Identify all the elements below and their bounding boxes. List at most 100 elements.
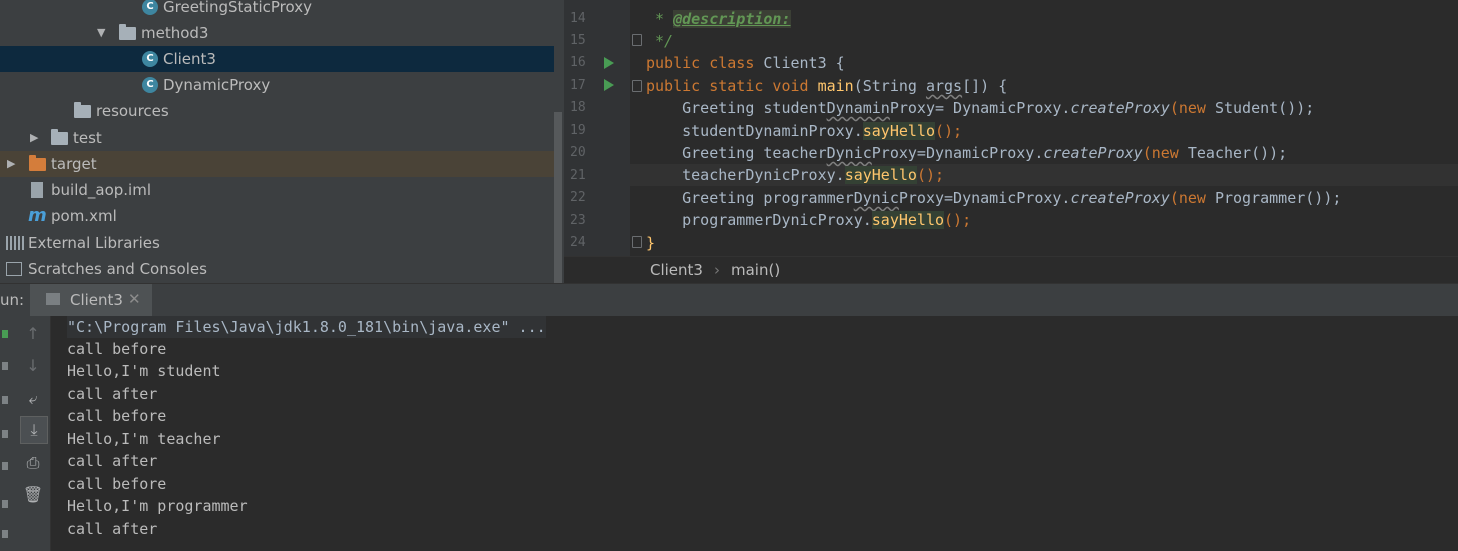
- tree-item-resources[interactable]: resources: [0, 98, 554, 124]
- tree-item-label: test: [73, 129, 102, 147]
- run-main-icon[interactable]: [604, 79, 614, 91]
- code-text: Greeting programmer: [646, 189, 854, 207]
- run-class-icon[interactable]: [604, 57, 614, 69]
- console-line: Hello,I'm teacher: [67, 430, 221, 448]
- code-text: ();: [916, 166, 945, 184]
- tree-item-label: pom.xml: [51, 207, 117, 225]
- keyword: public static void: [646, 77, 818, 95]
- code-text: (: [1169, 189, 1179, 207]
- print-icon[interactable]: ⎙: [20, 450, 46, 476]
- trash-icon[interactable]: 🗑: [20, 482, 46, 508]
- line-number: 16: [570, 55, 586, 70]
- code-text: Proxy=DynamicProxy.: [871, 144, 1044, 162]
- tree-item-label: build_aop.iml: [51, 181, 151, 199]
- run-config-icon: [46, 293, 60, 305]
- fold-icon[interactable]: [632, 236, 642, 248]
- tree-item-target[interactable]: ▶ target: [0, 151, 554, 177]
- line-number: 15: [570, 33, 586, 48]
- tree-item-label: resources: [96, 102, 169, 120]
- method-call: sayHello: [862, 122, 935, 140]
- package-folder-icon: [119, 24, 136, 40]
- breadcrumb-method[interactable]: main(): [731, 261, 780, 279]
- code-line-19: studentDynaminProxy.sayHello();: [646, 120, 962, 142]
- breadcrumb-class[interactable]: Client3: [650, 261, 703, 279]
- scratches-icon: [6, 262, 22, 276]
- code-text: Teacher());: [1187, 144, 1288, 162]
- code-line-15: */: [646, 30, 673, 52]
- run-side-toolbar: [0, 316, 16, 551]
- code-text: Greeting student: [646, 99, 827, 117]
- breadcrumb: Client3 › main(): [564, 256, 1458, 284]
- scroll-to-end-icon[interactable]: ⤓: [20, 416, 48, 444]
- tree-item-scratches[interactable]: Scratches and Consoles: [0, 256, 554, 282]
- tree-item-client3[interactable]: C Client3: [0, 46, 554, 72]
- tree-item-external-libraries[interactable]: External Libraries: [0, 230, 554, 256]
- line-number: 20: [570, 145, 586, 160]
- layout-icon[interactable]: [2, 500, 8, 508]
- code-text: ();: [944, 211, 972, 229]
- console-line: call after: [67, 520, 158, 538]
- tree-item-build-aop-iml[interactable]: build_aop.iml: [0, 177, 554, 203]
- arrow-down-icon[interactable]: ↓: [20, 353, 46, 379]
- code-text: Programmer());: [1214, 189, 1342, 207]
- code-text: programmerDynicProxy.: [646, 211, 872, 229]
- chevron-right-icon[interactable]: ▶: [7, 151, 15, 177]
- fold-icon[interactable]: [632, 80, 642, 92]
- tab-title: Client3: [70, 291, 123, 309]
- console-line: Hello,I'm programmer: [67, 497, 248, 515]
- code-text: []) {: [962, 77, 1008, 95]
- module-file-icon: [31, 182, 43, 198]
- code-line-24: }: [646, 232, 655, 254]
- class-icon: C: [142, 77, 158, 93]
- close-icon[interactable]: ✕: [128, 290, 141, 308]
- console-line: call before: [67, 407, 167, 425]
- code-text: studentDynaminProxy.: [646, 122, 863, 140]
- code-text: Dynic: [826, 144, 872, 162]
- maven-icon: m: [28, 205, 47, 226]
- method-call: createProxy: [1070, 189, 1170, 207]
- code-text: Dynamin: [826, 99, 890, 117]
- rerun-icon[interactable]: [2, 330, 8, 338]
- tree-item-test[interactable]: ▶ test: [0, 125, 554, 151]
- code-line-17: public static void main(String args[]) {: [646, 75, 1007, 97]
- method-call: createProxy: [1070, 99, 1170, 117]
- tree-item-method3[interactable]: ▼ method3: [0, 20, 554, 46]
- breadcrumb-separator: ›: [714, 261, 720, 279]
- dump-threads-icon[interactable]: [2, 430, 8, 438]
- folder-icon: [51, 129, 68, 145]
- stop-icon[interactable]: [2, 362, 8, 370]
- code-text: (String: [853, 77, 926, 95]
- line-number: 23: [570, 213, 586, 228]
- tree-item-label: Client3: [163, 50, 216, 68]
- tree-item-pom-xml[interactable]: m pom.xml: [0, 203, 554, 229]
- chevron-down-icon[interactable]: ▼: [97, 20, 105, 46]
- pause-icon[interactable]: [2, 396, 8, 404]
- tree-item-label: External Libraries: [28, 234, 160, 252]
- code-text: Greeting teacher: [646, 144, 827, 162]
- console-line: "C:\Program Files\Java\jdk1.8.0_181\bin\…: [67, 316, 546, 338]
- chevron-right-icon[interactable]: ▶: [30, 125, 38, 151]
- code-line-18: Greeting studentDynaminProxy= DynamicPro…: [646, 97, 1314, 119]
- console-output[interactable]: "C:\Program Files\Java\jdk1.8.0_181\bin\…: [51, 316, 1458, 551]
- arrow-up-icon[interactable]: ↑: [20, 321, 46, 347]
- code-text: teacherDynicProxy.: [646, 166, 845, 184]
- pin-icon[interactable]: [2, 530, 8, 538]
- code-editor[interactable]: 14 15 16 17 18 19 20 21 22 23 24 * @desc…: [564, 0, 1458, 256]
- code-text: (: [1142, 144, 1152, 162]
- code-text: Proxy=DynamicProxy.: [898, 189, 1071, 207]
- code-line-14: * @description:: [646, 8, 791, 30]
- tree-scrollbar[interactable]: [554, 112, 562, 283]
- settings-icon[interactable]: [2, 462, 8, 470]
- class-icon: C: [142, 51, 158, 67]
- tab-client3[interactable]: Client3 ✕: [30, 284, 152, 319]
- keyword: new: [1178, 189, 1215, 207]
- keyword: public class: [646, 54, 764, 72]
- fold-icon[interactable]: [632, 34, 642, 46]
- resources-folder-icon: [74, 102, 91, 118]
- method-call: createProxy: [1043, 144, 1143, 162]
- soft-wrap-icon[interactable]: ⤶: [20, 386, 46, 412]
- code-line-22: Greeting programmerDynicProxy=DynamicPro…: [646, 187, 1341, 209]
- code-line-20: Greeting teacherDynicProxy=DynamicProxy.…: [646, 142, 1287, 164]
- tree-item-dynamicproxy[interactable]: C DynamicProxy: [0, 72, 554, 98]
- tree-item-greetingstaticproxy[interactable]: C GreetingStaticProxy: [0, 0, 554, 20]
